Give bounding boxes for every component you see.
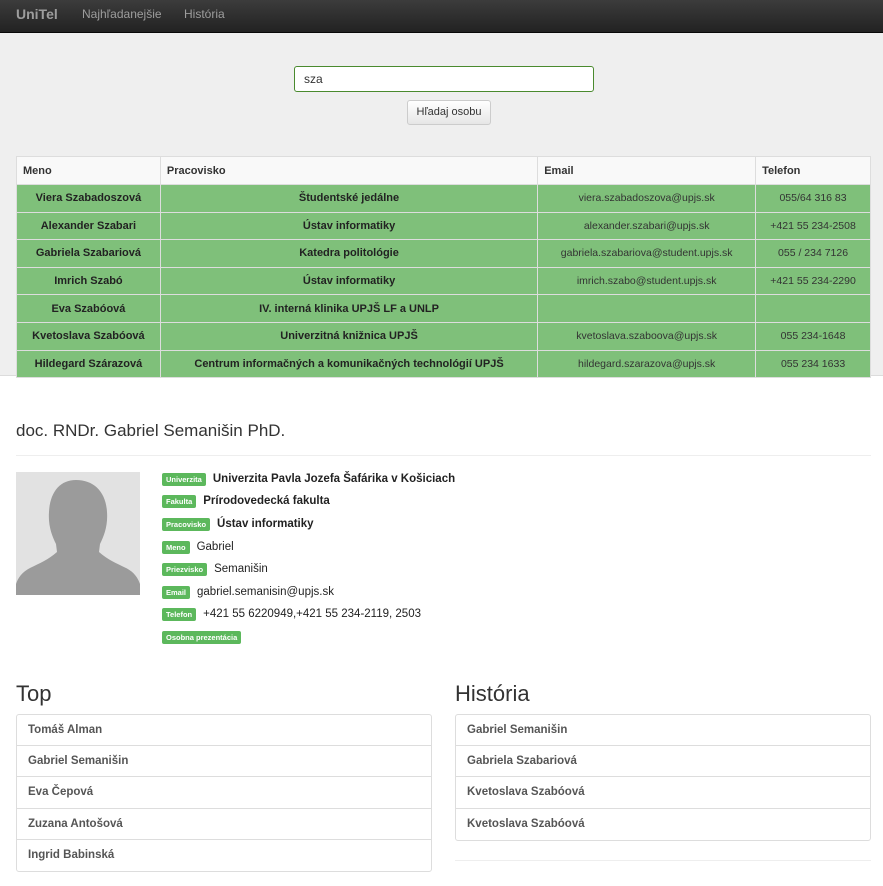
badge-surname: Priezvisko — [162, 562, 208, 576]
column-header-department: Pracovisko — [159, 156, 539, 185]
info-faculty: Fakulta Prírodovedecká fakulta — [162, 494, 330, 508]
column-header-email: Email — [537, 156, 757, 185]
cell-name: Gabriela Szabariová — [16, 239, 161, 268]
history-list: Gabriel Semanišin Gabriela Szabariová Kv… — [455, 714, 871, 841]
cell-phone — [755, 294, 871, 323]
cell-phone: 055 234 1633 — [755, 350, 871, 379]
badge-phone: Telefon — [162, 607, 197, 621]
cell-phone: +421 55 234-2290 — [755, 266, 871, 296]
first-name-value: Gabriel — [196, 541, 234, 553]
faculty-value: Prírodovedecká fakulta — [203, 495, 330, 507]
person-title: doc. RNDr. Gabriel Semanišin PhD. — [16, 421, 286, 440]
list-item[interactable]: Kvetoslava Szabóová — [456, 809, 870, 840]
list-item[interactable]: Gabriel Semanišin — [456, 715, 870, 747]
nav-link-history[interactable]: História — [184, 7, 225, 21]
search-input[interactable] — [294, 66, 594, 92]
cell-email: imrich.szabo@student.upjs.sk — [537, 266, 757, 296]
cell-name: Kvetoslava Szabóová — [16, 321, 161, 351]
table-row[interactable]: Eva Szabóová IV. interná klinika UPJŠ LF… — [16, 294, 871, 323]
list-item[interactable]: Kvetoslava Szabóová — [456, 777, 870, 809]
badge-university: Univerzita — [162, 472, 206, 486]
list-item[interactable]: Zuzana Antošová — [17, 809, 431, 840]
search-section: Hľadaj osobu Meno Pracovisko Email Telef… — [0, 33, 883, 379]
cell-email — [537, 294, 757, 323]
list-item[interactable]: Eva Čepová — [17, 777, 431, 809]
divider — [455, 860, 871, 861]
cell-phone: +421 55 234-2508 — [755, 211, 871, 241]
cell-name: Eva Szabóová — [16, 294, 161, 323]
list-item[interactable]: Tomáš Alman — [17, 715, 431, 747]
list-item[interactable]: Ingrid Babinská — [17, 840, 431, 871]
cell-name: Imrich Szabó — [16, 266, 161, 296]
cell-department: Univerzitná knižnica UPJŠ — [159, 321, 539, 351]
cell-phone: 055/64 316 83 — [755, 184, 871, 213]
top-list: Tomáš Alman Gabriel Semanišin Eva Čepová… — [16, 714, 432, 872]
cell-department: Ústav informatiky — [159, 266, 539, 296]
cell-department: Študentské jedálne — [159, 184, 539, 213]
results-table: Meno Pracovisko Email Telefon Viera Szab… — [16, 156, 871, 379]
info-email: Email gabriel.semanisin@upjs.sk — [162, 585, 334, 599]
cell-email: kvetoslava.szaboova@upjs.sk — [537, 321, 757, 351]
personal-presentation-link[interactable]: Osobna prezentácia — [162, 630, 242, 644]
table-header-row: Meno Pracovisko Email Telefon — [16, 156, 871, 185]
list-item[interactable]: Gabriela Szabariová — [456, 746, 870, 778]
top-section-title: Top — [16, 681, 52, 706]
table-row[interactable]: Gabriela Szabariová Katedra politológie … — [16, 239, 871, 268]
cell-name: Alexander Szabari — [16, 211, 161, 241]
email-value[interactable]: gabriel.semanisin@upjs.sk — [197, 586, 334, 598]
university-value: Univerzita Pavla Jozefa Šafárika v Košic… — [212, 473, 456, 485]
info-first-name: Meno Gabriel — [162, 540, 234, 554]
history-section-title: História — [455, 681, 530, 706]
info-surname: Priezvisko Semanišin — [162, 562, 268, 576]
cell-name: Viera Szabadoszová — [16, 184, 161, 213]
cell-name: Hildegard Szárazová — [16, 350, 161, 379]
cell-department: Centrum informačných a komunikačných tec… — [159, 350, 539, 379]
cell-phone: 055 / 234 7126 — [755, 239, 871, 268]
list-item[interactable]: Gabriel Semanišin — [17, 746, 431, 778]
cell-department: Katedra politológie — [159, 239, 539, 268]
user-silhouette-icon — [16, 472, 140, 595]
cell-email: gabriela.szabariova@student.upjs.sk — [537, 239, 757, 268]
badge-email: Email — [162, 585, 191, 599]
cell-department: Ústav informatiky — [159, 211, 539, 241]
department-value: Ústav informatiky — [217, 518, 314, 530]
badge-first-name: Meno — [162, 540, 190, 554]
info-phone: Telefon +421 55 6220949,+421 55 234-2119… — [162, 607, 421, 621]
divider — [16, 455, 871, 456]
column-header-name: Meno — [16, 156, 161, 185]
info-department: Pracovisko Ústav informatiky — [162, 517, 314, 531]
search-button[interactable]: Hľadaj osobu — [407, 100, 491, 125]
badge-faculty: Fakulta — [162, 494, 197, 508]
phone-value: +421 55 6220949,+421 55 234-2119, 2503 — [203, 608, 421, 620]
cell-email: hildegard.szarazova@upjs.sk — [537, 350, 757, 379]
cell-email: alexander.szabari@upjs.sk — [537, 211, 757, 241]
info-university: Univerzita Univerzita Pavla Jozefa Šafár… — [162, 472, 455, 486]
surname-value: Semanišin — [214, 563, 268, 575]
table-row[interactable]: Viera Szabadoszová Študentské jedálne vi… — [16, 184, 871, 213]
column-header-phone: Telefon — [755, 156, 871, 185]
table-row[interactable]: Alexander Szabari Ústav informatiky alex… — [16, 211, 871, 241]
info-presentation: Osobna prezentácia — [162, 630, 242, 644]
cell-phone: 055 234-1648 — [755, 321, 871, 351]
table-row[interactable]: Hildegard Szárazová Centrum informačných… — [16, 350, 871, 379]
cell-department: IV. interná klinika UPJŠ LF a UNLP — [159, 294, 539, 323]
badge-department: Pracovisko — [162, 517, 211, 531]
table-row[interactable]: Kvetoslava Szabóová Univerzitná knižnica… — [16, 321, 871, 351]
brand-logo[interactable]: UniTel — [16, 6, 58, 22]
nav-link-most-searched[interactable]: Najhľadanejšie — [82, 7, 162, 21]
navbar: UniTel Najhľadanejšie História — [0, 0, 883, 33]
cell-email: viera.szabadoszova@upjs.sk — [537, 184, 757, 213]
table-row[interactable]: Imrich Szabó Ústav informatiky imrich.sz… — [16, 266, 871, 296]
